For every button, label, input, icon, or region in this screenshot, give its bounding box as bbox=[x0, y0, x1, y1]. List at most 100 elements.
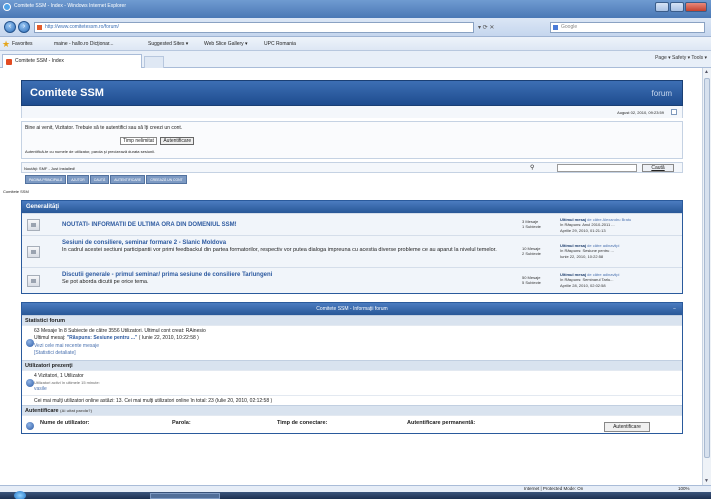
forum-search-input[interactable] bbox=[557, 164, 637, 172]
vertical-scrollbar[interactable]: ▲ ▼ bbox=[702, 68, 711, 485]
search-box[interactable]: Google bbox=[550, 22, 705, 33]
forgot-password-link[interactable]: (Ai uitat parola?) bbox=[60, 408, 92, 413]
board-status-icon bbox=[27, 218, 40, 231]
page-viewport: Comitete SSM forum August 02, 2010, 09:2… bbox=[0, 68, 702, 485]
board-main: Sesiuni de consiliere, seminar formare 2… bbox=[62, 240, 512, 254]
address-url: http://www.comitetessm.ro/forum/ bbox=[45, 24, 119, 30]
news-text: Noutăţi: SMF - Just Installed! bbox=[24, 166, 76, 171]
scrollbar-thumb[interactable] bbox=[704, 78, 710, 458]
minimize-button[interactable] bbox=[655, 2, 669, 12]
stats-last-post: Ultimul mesaj: "Răspuns: Sesiune pentru … bbox=[34, 335, 206, 342]
close-button[interactable] bbox=[685, 2, 707, 12]
board-title-link[interactable]: Discutii generale - primul seminar/ prim… bbox=[62, 272, 512, 278]
online-section-title: Utilizatori prezenţi bbox=[22, 360, 682, 370]
forum-search-button[interactable]: Caută bbox=[642, 164, 674, 172]
taskbar-ie-window[interactable] bbox=[150, 493, 220, 499]
collapse-info-button[interactable]: − bbox=[673, 303, 676, 315]
last-post-date: Aprilie 28, 2010, 02:02:58 bbox=[560, 282, 606, 288]
favorites-button[interactable]: Favorites bbox=[12, 41, 33, 47]
last-post-date: Iunie 22, 2010, 10:22:58 bbox=[560, 253, 604, 259]
stats-icon bbox=[26, 339, 34, 347]
forum-title: Comitete SSM bbox=[30, 87, 104, 99]
search-icon: ⚲ bbox=[530, 165, 535, 171]
board-last-post: Ultimul mesaj de către adinavlipi în Răs… bbox=[560, 272, 684, 288]
auth-section-title: Autentificare (Ai uitat parola?) bbox=[22, 405, 682, 415]
info-center-header: Comitete SSM - Informaţii forum − bbox=[22, 303, 682, 315]
site-favicon-icon bbox=[37, 25, 42, 30]
favorite-item-web-slice[interactable]: Web Slice Gallery ▾ bbox=[204, 41, 248, 47]
nav-tab-register[interactable]: CREEAZĂ UN CONT bbox=[146, 175, 187, 184]
board-title-link[interactable]: NOUTATI- INFORMATII DE ULTIMA ORA DIN DO… bbox=[62, 222, 512, 228]
username-label: Nume de utilizator: bbox=[40, 420, 90, 426]
stats-section: 63 Mesaje în 8 Subiecte de către 3556 Ut… bbox=[22, 325, 682, 360]
board-counts: 50 Mesaje 5 Subiecte bbox=[522, 275, 541, 285]
last-post-label: Ultimul mesaj bbox=[560, 217, 587, 222]
board-main: NOUTATI- INFORMATII DE ULTIMA ORA DIN DO… bbox=[62, 222, 512, 228]
last-post-author[interactable]: de către Alexandru Bratu bbox=[587, 217, 631, 222]
board-status-icon bbox=[27, 274, 40, 287]
collapse-header-button[interactable] bbox=[671, 109, 677, 115]
online-user-link[interactable]: vasile bbox=[34, 386, 100, 393]
zoom-level[interactable]: 100% bbox=[678, 486, 690, 491]
nav-tab-home[interactable]: PAGINA PRINCIPALĂ bbox=[25, 175, 67, 184]
last-post-author[interactable]: de către adinavlipi bbox=[587, 272, 619, 277]
users-online-icon bbox=[26, 379, 34, 387]
board-topic-count: 5 Subiecte bbox=[522, 280, 541, 286]
last-post-label: Ultimul mesaj bbox=[560, 243, 587, 248]
board-last-post: Ultimul mesaj de către Alexandru Bratu î… bbox=[560, 217, 684, 233]
login-key-icon bbox=[26, 422, 34, 430]
forum-container: Comitete SSM forum August 02, 2010, 09:2… bbox=[3, 80, 684, 485]
board-row: Sesiuni de consiliere, seminar formare 2… bbox=[22, 235, 682, 267]
new-tab-button[interactable] bbox=[144, 56, 164, 68]
favorites-bar: ★ Favorites maine - hallo.ro Dicţionar..… bbox=[0, 37, 711, 51]
tab-comitete-ssm[interactable]: Comitete SSM - Index bbox=[2, 54, 142, 68]
quick-login-button[interactable]: Autentificare bbox=[160, 137, 195, 145]
window-title-bar: Comitete SSM - Index - Windows Internet … bbox=[0, 0, 711, 18]
scroll-up-icon[interactable]: ▲ bbox=[704, 69, 709, 75]
recent-posts-link[interactable]: Vezi cele mai recente mesaje bbox=[34, 343, 206, 350]
online-counts: 4 Vizitatori, 1 Utilizator bbox=[34, 373, 84, 379]
favorite-item-suggested-sites[interactable]: Suggested Sites ▾ bbox=[148, 41, 188, 47]
board-topic-count: 1 Subiecte bbox=[522, 224, 541, 230]
refresh-stop-icons[interactable]: ▾ ⟳ ✕ bbox=[478, 24, 494, 31]
security-zone[interactable]: Internet | Protected Mode: On bbox=[524, 486, 583, 491]
stats-last-post-link[interactable]: "Răspuns: Sesiune pentru ..." bbox=[67, 335, 138, 341]
windows-taskbar bbox=[0, 491, 711, 499]
tab-title: Comitete SSM - Index bbox=[15, 58, 64, 64]
forum-nav-tabs: PAGINA PRINCIPALĂ AJUTOR CAUTĂ AUTENTIFI… bbox=[21, 175, 683, 184]
address-bar[interactable]: http://www.comitetessm.ro/forum/ bbox=[34, 22, 474, 33]
board-main: Discutii generale - primul seminar/ prim… bbox=[62, 272, 512, 286]
category-title[interactable]: Generalităţi bbox=[22, 201, 682, 213]
maximize-button[interactable] bbox=[670, 2, 684, 12]
session-length-select[interactable]: Timp nelimitat bbox=[120, 137, 157, 145]
stats-section-title: Statistici forum bbox=[22, 315, 682, 325]
favorite-item-hallo[interactable]: maine - hallo.ro Dicţionar... bbox=[54, 41, 113, 47]
favorite-item-upc[interactable]: UPC Romania bbox=[264, 41, 296, 47]
command-bar[interactable]: Page ▾ Safety ▾ Tools ▾ bbox=[655, 55, 707, 61]
back-button[interactable]: ‹ bbox=[4, 21, 16, 33]
nav-tab-search[interactable]: CAUTĂ bbox=[89, 175, 110, 184]
login-button[interactable]: Autentificare bbox=[604, 422, 650, 432]
auth-title: Autentificare bbox=[25, 408, 59, 414]
board-status-icon bbox=[27, 245, 40, 258]
stats-last-post-label: Ultimul mesaj: bbox=[34, 335, 66, 342]
online-record-row: Cei mai mulţi utilizatori online astăzi:… bbox=[22, 395, 682, 405]
breadcrumb[interactable]: Comitete SSM bbox=[3, 189, 683, 194]
nav-tab-login[interactable]: AUTENTIFICARE bbox=[110, 175, 146, 184]
board-title-link[interactable]: Sesiuni de consiliere, seminar formare 2… bbox=[62, 240, 512, 246]
scroll-down-icon[interactable]: ▼ bbox=[704, 478, 709, 484]
board-counts: 3 Mesaje 1 Subiecte bbox=[522, 219, 541, 229]
forum-tagline: forum bbox=[651, 89, 672, 98]
favorites-star-icon[interactable]: ★ bbox=[2, 39, 10, 50]
welcome-text: Bine ai venit, Vizitator. Trebuie să te … bbox=[25, 125, 183, 131]
start-button[interactable] bbox=[14, 491, 26, 499]
last-post-author[interactable]: de către adinavlipi bbox=[587, 243, 619, 248]
tab-favicon-icon bbox=[6, 59, 12, 65]
last-post-label: Ultimul mesaj bbox=[560, 272, 587, 277]
forward-button[interactable]: › bbox=[18, 21, 30, 33]
stats-last-post-title[interactable]: "Răspuns: Sesiune pentru ..." bbox=[67, 335, 138, 341]
online-section: 4 Vizitatori, 1 Utilizator Utilizatori a… bbox=[22, 370, 682, 395]
nav-tab-help[interactable]: AJUTOR bbox=[67, 175, 89, 184]
detailed-stats-link[interactable]: [Statistici detaliate] bbox=[34, 350, 206, 357]
ie-logo-icon bbox=[3, 3, 11, 11]
